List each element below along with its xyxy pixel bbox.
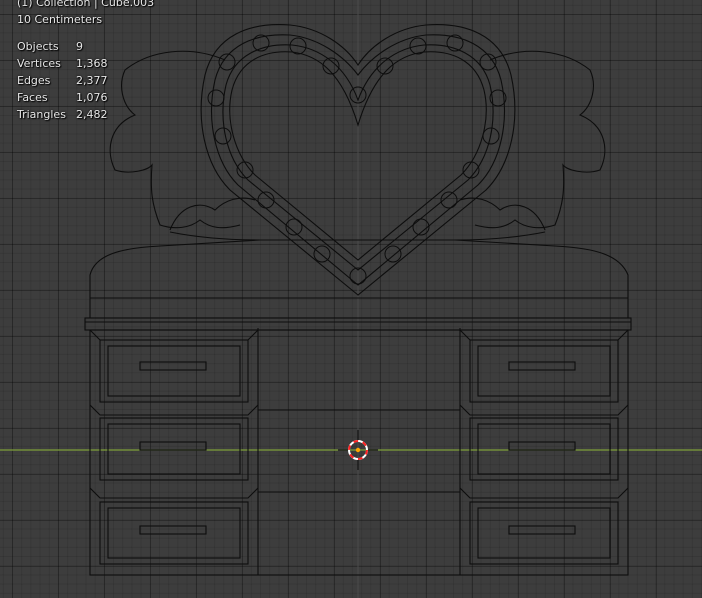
left-drawers [89,329,259,565]
3d-cursor-icon [338,430,378,470]
vanity-body [89,329,629,576]
stat-row: Triangles 2,482 [17,108,108,121]
3d-viewport[interactable]: (1) Collection | Cube.003 10 Centimeters… [0,0,702,598]
viewport-info-overlay: (1) Collection | Cube.003 10 Centimeters… [17,0,154,123]
statistics-panel: Objects 9 Vertices 1,368 Edges 2,377 Faces 1… [17,38,154,123]
stat-row: Edges 2,377 [17,74,108,87]
stat-row: Objects 9 [17,40,83,53]
wing-right [474,50,606,229]
vanity-top [89,239,629,318]
scale-label: 10 Centimeters [17,13,103,26]
right-drawers [459,329,629,565]
heart-bulbs [207,34,507,285]
stat-row: Faces 1,076 [17,91,108,104]
collection-label: (1) Collection | Cube.003 [17,0,155,9]
stat-row: Vertices 1,368 [17,57,108,70]
